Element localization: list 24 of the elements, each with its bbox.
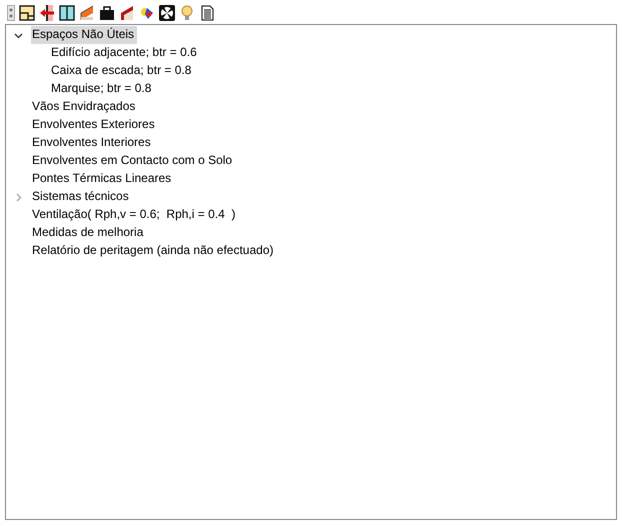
wall-arrow-icon[interactable] [39, 5, 55, 21]
tree-item[interactable]: Vãos Envidraçados [31, 98, 138, 116]
expanded-chevron-icon[interactable] [14, 30, 23, 40]
floor-plan-icon[interactable] [19, 5, 35, 21]
briefcase-icon[interactable] [99, 5, 115, 21]
tree-item[interactable]: Caixa de escada; btr = 0.8 [50, 62, 194, 80]
tree-item[interactable]: Envolventes Interiores [31, 134, 154, 152]
toolbar-grip-icon [7, 5, 15, 21]
roof-section-icon[interactable] [119, 5, 135, 21]
tree-item[interactable]: Envolventes em Contacto com o Solo [31, 152, 236, 170]
tree-item[interactable]: Pontes Térmicas Lineares [31, 170, 174, 188]
tree-item[interactable]: Medidas de melhoria [31, 224, 146, 242]
sun-splash-icon[interactable] [139, 5, 155, 21]
wall-section-icon[interactable] [79, 5, 95, 21]
tree-item[interactable]: Espaços Não Úteis [31, 26, 138, 44]
tree-item[interactable]: Relatório de peritagem (ainda não efectuado) [31, 242, 276, 260]
document-icon[interactable] [199, 5, 215, 21]
tree-item[interactable]: Envolventes Exteriores [31, 116, 158, 134]
tree-item[interactable]: Ventilação( Rph,v = 0.6; Rph,i = 0.4 ) [31, 206, 238, 224]
tree-item[interactable]: Marquise; btr = 0.8 [50, 80, 154, 98]
tree-item[interactable]: Edifício adjacente; btr = 0.6 [50, 44, 200, 62]
fan-icon[interactable] [159, 5, 175, 21]
tree-item[interactable]: Sistemas técnicos [31, 188, 132, 206]
window-icon[interactable] [59, 5, 75, 21]
